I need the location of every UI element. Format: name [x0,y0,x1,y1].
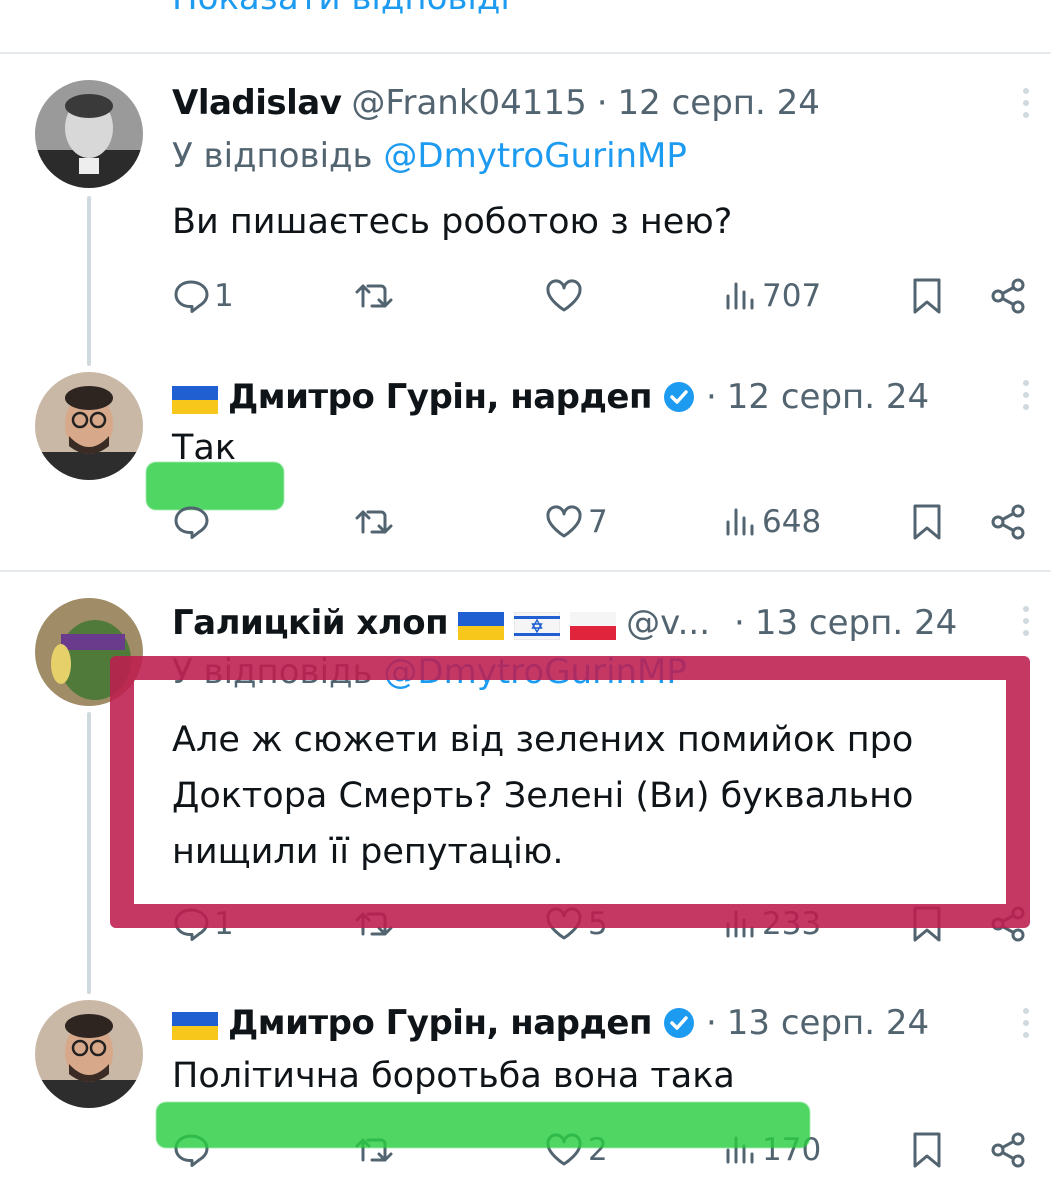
separator-dot: · [596,83,608,123]
reply-prefix: У відповідь [172,136,373,176]
tweet-date[interactable]: 12 серп. 24 [618,83,820,123]
share-icon [988,502,1028,542]
retweet-button[interactable] [354,272,398,320]
more-vertical-icon[interactable] [1021,606,1031,636]
avatar[interactable] [35,1000,143,1108]
share-icon [988,276,1028,316]
thread-line [87,712,91,994]
divider [0,570,1051,572]
tweet-header: Дмитро Гурін, нардеп · 13 серп. 24 [172,998,929,1048]
show-replies-link[interactable]: Показати відповіді [172,0,510,18]
separator-dot: · [705,377,717,417]
retweet-button[interactable] [354,498,398,546]
tweet-header: Дмитро Гурін, нардеп · 12 серп. 24 [172,372,929,422]
verified-badge-icon [662,380,696,414]
poland-flag-icon [570,609,617,640]
views-icon [724,278,758,314]
ukraine-flag-icon [458,609,505,640]
display-name[interactable]: Галицкій хлоп [172,603,449,643]
heart-icon [544,504,584,540]
share-button[interactable] [988,498,1028,546]
separator-dot: · [705,1003,717,1043]
bookmark-icon [910,502,944,542]
display-name[interactable]: Дмитро Гурін, нардеп [228,377,652,417]
thread-line [87,196,91,366]
tweet-text: Так [172,428,236,468]
reply-icon [172,278,210,314]
tweet-header: Vladislav @Frank04115 · 12 серп. 24 [172,78,820,128]
retweet-icon [354,504,394,540]
like-button[interactable]: 7 [544,498,608,546]
tweet-date[interactable]: 13 серп. 24 [727,1003,929,1043]
more-vertical-icon[interactable] [1021,88,1031,118]
ukraine-flag-icon [172,1009,218,1040]
bookmark-icon [910,276,944,316]
view-count: 707 [762,278,822,314]
avatar[interactable] [35,80,143,188]
like-button[interactable] [544,272,588,320]
views-button[interactable]: 707 [724,272,821,320]
divider [0,52,1051,54]
tweet-actions: 1 707 [172,272,1032,320]
views-button[interactable]: 648 [724,498,821,546]
reply-to-line: У відповідь @DmytroGurinMP [172,136,687,176]
bookmark-button[interactable] [910,1126,944,1174]
display-name[interactable]: Дмитро Гурін, нардеп [228,1003,652,1043]
reply-button[interactable]: 1 [172,272,234,320]
retweet-icon [354,278,394,314]
avatar[interactable] [35,372,143,480]
heart-icon [544,278,584,314]
bookmark-icon [910,1130,944,1170]
verified-badge-icon [662,1006,696,1040]
green-highlight-mark [156,1102,810,1148]
reply-count: 1 [214,278,234,314]
user-handle[interactable]: @v... [626,603,710,643]
more-vertical-icon[interactable] [1021,380,1031,410]
tweet-actions: 7 648 [172,498,1032,546]
view-count: 648 [762,504,822,540]
user-handle[interactable]: @Frank04115 [351,83,586,123]
reply-mention-link[interactable]: @DmytroGurinMP [383,136,687,176]
ukraine-flag-icon [172,383,218,414]
tweet-text: Ви пишаєтесь роботою з нею? [172,202,733,242]
share-button[interactable] [988,272,1028,320]
reply-button[interactable] [172,498,214,546]
views-icon [724,504,758,540]
red-highlight-box [110,656,1030,928]
tweet-text: Політична боротьба вона така [172,1056,735,1096]
israel-flag-icon [513,609,561,641]
separator-dot: · [734,603,745,643]
display-name[interactable]: Vladislav [172,83,342,123]
like-count: 7 [588,504,608,540]
share-button[interactable] [988,1126,1028,1174]
bookmark-button[interactable] [910,272,944,320]
more-vertical-icon[interactable] [1021,1008,1031,1038]
bookmark-button[interactable] [910,498,944,546]
tweet-date[interactable]: 12 серп. 24 [727,377,929,417]
tweet-header: Галицкій хлоп @v... · 13 серп. 24 [172,598,957,648]
share-icon [988,1130,1028,1170]
tweet-date[interactable]: 13 серп. 24 [755,603,957,643]
reply-icon [172,504,210,540]
